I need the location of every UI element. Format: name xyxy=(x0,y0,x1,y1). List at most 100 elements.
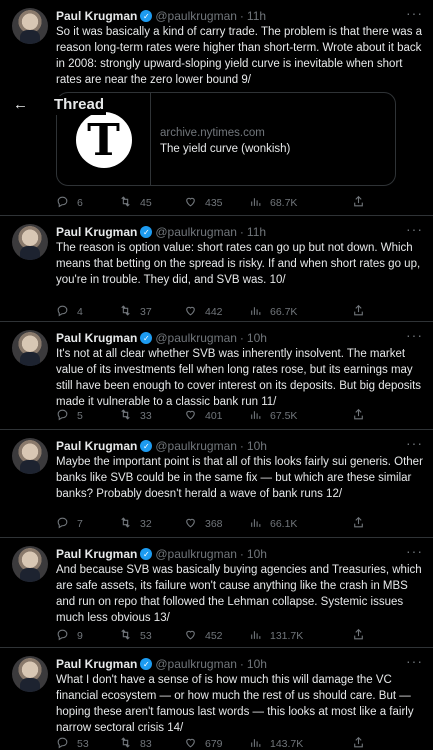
more-icon[interactable]: ··· xyxy=(406,221,423,237)
like-button[interactable]: 452 xyxy=(184,628,223,644)
reply-count: 53 xyxy=(77,738,89,750)
views-icon xyxy=(249,516,262,532)
reply-count: 9 xyxy=(77,630,83,642)
author-handle[interactable]: @paulkrugman xyxy=(155,657,237,671)
heart-icon xyxy=(184,736,197,750)
more-icon[interactable]: ··· xyxy=(406,327,423,343)
reply-icon xyxy=(56,628,69,644)
tweet-timestamp[interactable]: 10h xyxy=(247,547,267,561)
verified-badge-icon: ✓ xyxy=(140,440,153,452)
retweet-button[interactable]: 32 xyxy=(119,516,152,532)
like-button[interactable]: 435 xyxy=(184,195,223,211)
author-name[interactable]: Paul Krugman xyxy=(56,439,137,453)
reply-count: 6 xyxy=(77,197,83,209)
share-icon xyxy=(352,516,365,532)
retweet-count: 37 xyxy=(140,306,152,318)
retweet-button[interactable]: 45 xyxy=(119,195,152,211)
reply-button[interactable]: 53 xyxy=(56,736,89,750)
views-button[interactable]: 143.7K xyxy=(249,736,303,750)
retweet-button[interactable]: 33 xyxy=(119,408,152,424)
author-handle[interactable]: @paulkrugman xyxy=(155,331,237,345)
card-thumbnail: T xyxy=(57,93,151,185)
retweet-icon xyxy=(119,628,132,644)
tweet[interactable]: Paul Krugman ✓ @paulkrugman · 10h ··· An… xyxy=(0,538,433,648)
like-button[interactable]: 442 xyxy=(184,304,223,320)
tweet[interactable]: Paul Krugman ✓ @paulkrugman · 10h ··· Ma… xyxy=(0,430,433,538)
share-button[interactable] xyxy=(352,628,365,644)
more-icon[interactable]: ··· xyxy=(406,435,423,451)
share-button[interactable] xyxy=(352,736,365,750)
card-title: The yield curve (wonkish) xyxy=(160,143,291,155)
heart-icon xyxy=(184,304,197,320)
author-name[interactable]: Paul Krugman xyxy=(56,657,137,671)
separator-dot: · xyxy=(239,9,244,23)
verified-badge-icon: ✓ xyxy=(140,10,153,22)
reply-button[interactable]: 7 xyxy=(56,516,83,532)
reply-button[interactable]: 6 xyxy=(56,195,83,211)
views-button[interactable]: 66.7K xyxy=(249,304,297,320)
tweet-timestamp[interactable]: 11h xyxy=(247,9,266,23)
views-button[interactable]: 131.7K xyxy=(249,628,303,644)
reply-button[interactable]: 5 xyxy=(56,408,83,424)
avatar[interactable] xyxy=(12,546,48,582)
retweet-button[interactable]: 83 xyxy=(119,736,152,750)
verified-badge-icon: ✓ xyxy=(140,332,153,344)
avatar[interactable] xyxy=(12,438,48,474)
back-arrow-icon[interactable]: ← xyxy=(13,96,28,113)
views-button[interactable]: 68.7K xyxy=(249,195,297,211)
more-icon[interactable]: ··· xyxy=(406,543,423,559)
like-button[interactable]: 401 xyxy=(184,408,223,424)
author-handle[interactable]: @paulkrugman xyxy=(155,225,237,239)
avatar[interactable] xyxy=(12,224,48,260)
tweet-header: Paul Krugman ✓ @paulkrugman · 11h xyxy=(56,225,266,239)
heart-icon xyxy=(184,628,197,644)
retweet-button[interactable]: 37 xyxy=(119,304,152,320)
separator-dot: · xyxy=(239,657,244,671)
link-card[interactable]: T archive.nytimes.com The yield curve (w… xyxy=(56,92,396,186)
reply-icon xyxy=(56,516,69,532)
tweet[interactable]: Paul Krugman ✓ @paulkrugman · 10h ··· It… xyxy=(0,322,433,430)
tweet[interactable]: Paul Krugman ✓ @paulkrugman · 11h ··· Th… xyxy=(0,216,433,322)
avatar[interactable] xyxy=(12,8,48,44)
views-button[interactable]: 67.5K xyxy=(249,408,297,424)
views-count: 131.7K xyxy=(270,630,304,642)
author-name[interactable]: Paul Krugman xyxy=(56,331,137,345)
views-button[interactable]: 66.1K xyxy=(249,516,297,532)
tweet-actions: 9 53 452 131.7K xyxy=(56,628,376,644)
reply-button[interactable]: 9 xyxy=(56,628,83,644)
author-name[interactable]: Paul Krugman xyxy=(56,9,137,23)
tweet-timestamp[interactable]: 10h xyxy=(247,331,267,345)
like-button[interactable]: 368 xyxy=(184,516,223,532)
author-name[interactable]: Paul Krugman xyxy=(56,547,137,561)
retweet-button[interactable]: 53 xyxy=(119,628,152,644)
author-name[interactable]: Paul Krugman xyxy=(56,225,137,239)
reply-button[interactable]: 4 xyxy=(56,304,83,320)
avatar[interactable] xyxy=(12,330,48,366)
tweet-header: Paul Krugman ✓ @paulkrugman · 10h xyxy=(56,331,267,345)
tweet-timestamp[interactable]: 10h xyxy=(247,657,267,671)
like-button[interactable]: 679 xyxy=(184,736,223,750)
author-handle[interactable]: @paulkrugman xyxy=(155,439,237,453)
tweet[interactable]: Paul Krugman ✓ @paulkrugman · 11h ··· So… xyxy=(0,0,433,216)
more-icon[interactable]: ··· xyxy=(406,5,423,21)
tweet-text: Maybe the important point is that all of… xyxy=(56,456,423,500)
author-handle[interactable]: @paulkrugman xyxy=(155,547,237,561)
share-icon xyxy=(352,195,365,211)
share-button[interactable] xyxy=(352,516,365,532)
views-count: 67.5K xyxy=(270,410,298,422)
heart-icon xyxy=(184,195,197,211)
more-icon[interactable]: ··· xyxy=(406,653,423,669)
share-button[interactable] xyxy=(352,304,365,320)
share-button[interactable] xyxy=(352,195,365,211)
separator-dot: · xyxy=(239,331,244,345)
tweet[interactable]: Paul Krugman ✓ @paulkrugman · 10h ··· Wh… xyxy=(0,648,433,750)
views-icon xyxy=(249,736,262,750)
tweet-timestamp[interactable]: 11h xyxy=(247,225,266,239)
retweet-count: 33 xyxy=(140,410,152,422)
author-handle[interactable]: @paulkrugman xyxy=(155,9,237,23)
share-icon xyxy=(352,408,365,424)
views-count: 68.7K xyxy=(270,197,298,209)
share-button[interactable] xyxy=(352,408,365,424)
tweet-timestamp[interactable]: 10h xyxy=(247,439,267,453)
avatar[interactable] xyxy=(12,656,48,692)
